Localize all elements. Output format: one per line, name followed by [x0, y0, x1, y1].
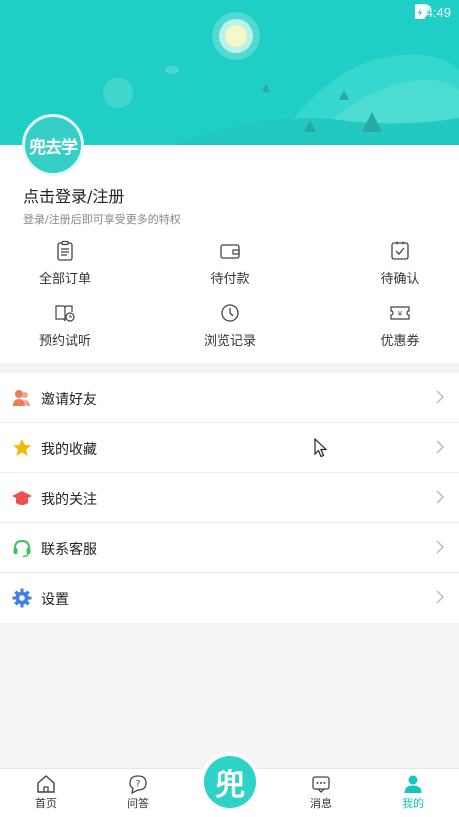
- gear-icon: [12, 588, 32, 608]
- status-bar: 4:49: [0, 0, 459, 26]
- shortcut-pending-payment[interactable]: 待付款: [185, 240, 275, 287]
- login-register-link[interactable]: 点击登录/注册: [23, 183, 124, 207]
- chevron-right-icon: [436, 490, 445, 504]
- shortcut-label: 预约试听: [38, 334, 91, 349]
- shortcut-coupons[interactable]: ¥ 优惠券: [355, 302, 445, 349]
- battery-icon: [415, 4, 425, 19]
- clipboard-icon: [57, 240, 73, 261]
- graduation-cap-icon: [12, 491, 32, 505]
- chevron-right-icon: [436, 590, 445, 604]
- shortcut-trial-booking[interactable]: 预约试听: [20, 302, 110, 349]
- menu-item-invite-friends[interactable]: 邀请好友: [0, 373, 459, 423]
- tab-qa[interactable]: ? 问答: [108, 774, 168, 811]
- headset-icon: [13, 539, 31, 558]
- menu-item-label: 我的关注: [41, 492, 97, 508]
- star-icon: [13, 439, 31, 456]
- settings-menu: 邀请好友 我的收藏 我的关注 联系客服 设置: [0, 373, 459, 623]
- tab-home[interactable]: 首页: [16, 774, 76, 811]
- clock-icon: [221, 304, 239, 322]
- wallet-icon: [220, 244, 240, 259]
- menu-item-favorites[interactable]: 我的收藏: [0, 423, 459, 473]
- shortcut-label: 待确认: [380, 272, 420, 287]
- login-subtitle: 登录/注册后即可享受更多的特权: [23, 213, 181, 226]
- shortcut-browse-history[interactable]: 浏览记录: [185, 302, 275, 349]
- confirm-icon: [391, 241, 409, 260]
- chevron-right-icon: [436, 390, 445, 404]
- menu-item-following[interactable]: 我的关注: [0, 473, 459, 523]
- tab-profile[interactable]: 我的: [383, 774, 443, 811]
- tab-label: 我的: [402, 797, 424, 810]
- book-clock-icon: [55, 305, 75, 322]
- shortcut-label: 优惠券: [380, 334, 420, 349]
- avatar[interactable]: 兜去学: [22, 114, 84, 176]
- invite-friend-icon: [13, 390, 30, 406]
- menu-item-label: 邀请好友: [41, 392, 97, 408]
- svg-text:?: ?: [136, 780, 141, 790]
- chevron-right-icon: [436, 440, 445, 454]
- menu-item-settings[interactable]: 设置: [0, 573, 459, 623]
- center-logo-button[interactable]: 兜: [200, 752, 260, 812]
- menu-item-customer-service[interactable]: 联系客服: [0, 523, 459, 573]
- tab-messages[interactable]: 消息: [291, 774, 351, 811]
- menu-item-label: 设置: [41, 592, 69, 608]
- coupon-icon: ¥: [390, 306, 410, 320]
- menu-item-label: 我的收藏: [41, 442, 97, 458]
- shortcut-label: 待付款: [210, 272, 250, 287]
- message-icon: [312, 776, 330, 793]
- profile-icon: [404, 775, 422, 793]
- shortcut-label: 全部订单: [38, 272, 91, 287]
- shortcut-label: 浏览记录: [203, 334, 256, 349]
- center-logo: 兜: [204, 756, 256, 808]
- tab-label: 首页: [35, 797, 57, 810]
- status-time: 4:49: [425, 5, 451, 20]
- tab-label: 消息: [310, 797, 332, 810]
- menu-item-label: 联系客服: [41, 542, 97, 558]
- shortcut-all-orders[interactable]: 全部订单: [20, 240, 110, 287]
- tab-label: 问答: [127, 797, 149, 810]
- mouse-cursor-icon: [314, 438, 328, 458]
- home-icon: [37, 775, 55, 793]
- qa-icon: ?: [129, 775, 147, 794]
- svg-text:¥: ¥: [398, 310, 403, 318]
- shortcut-pending-confirm[interactable]: 待确认: [355, 240, 445, 287]
- chevron-right-icon: [436, 540, 445, 554]
